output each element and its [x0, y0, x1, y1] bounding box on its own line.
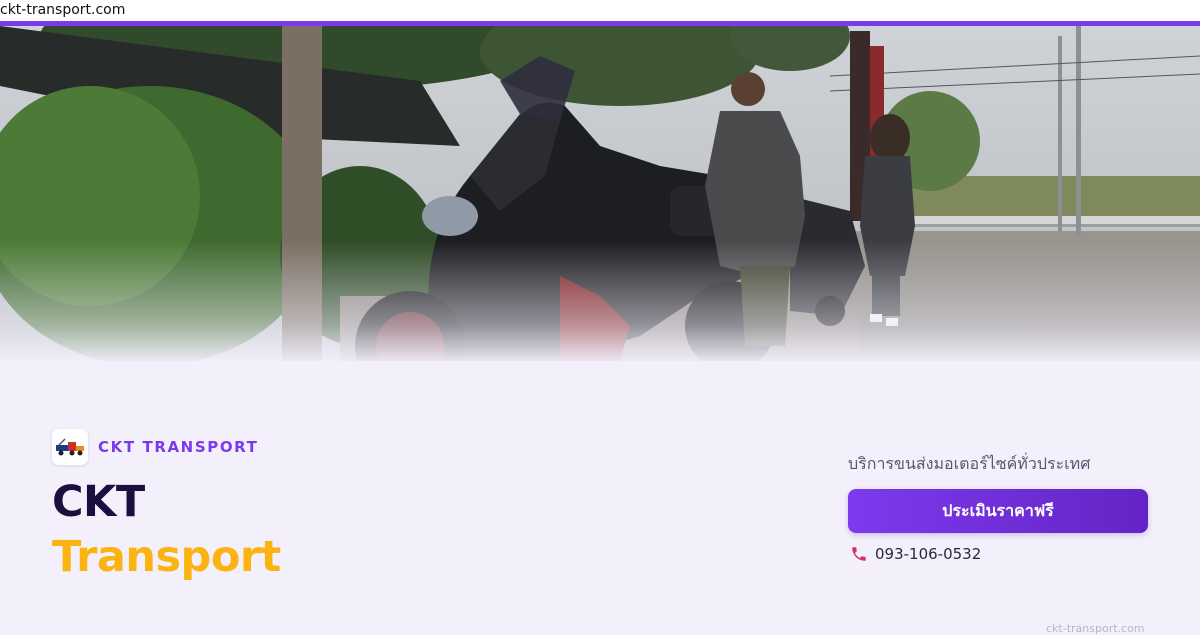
url-text: ckt-transport.com: [0, 2, 126, 18]
hero-fade: [0, 241, 1200, 361]
url-bar: ckt-transport.com: [0, 0, 1200, 21]
tow-truck-icon: [52, 429, 88, 465]
phone-icon: [850, 545, 868, 563]
headline-line-1: CKT: [52, 477, 145, 527]
brand-name: CKT TRANSPORT: [98, 438, 259, 456]
free-quote-button[interactable]: ประเมินราคาฟรี: [848, 489, 1148, 533]
hero-image: [0, 26, 1200, 361]
phone-number: 093-106-0532: [875, 545, 982, 563]
phone-contact[interactable]: 093-106-0532: [850, 544, 981, 564]
brand-row: CKT TRANSPORT: [52, 429, 259, 465]
headline-line-2: Transport: [52, 532, 281, 582]
footer-domain: ckt-transport.com: [1046, 622, 1145, 635]
service-tagline: บริการขนส่งมอเตอร์ไซค์ทั่วประเทศ: [848, 454, 1091, 473]
